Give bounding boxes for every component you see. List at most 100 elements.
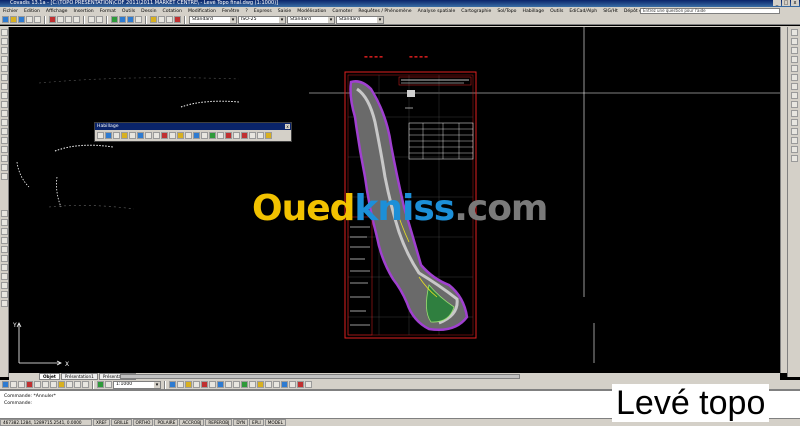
coordinate-icon[interactable] [153, 132, 160, 139]
scale-select[interactable]: 1:1000 [113, 380, 161, 389]
text-icon[interactable] [233, 132, 240, 139]
tool-m-icon[interactable] [265, 381, 272, 388]
insert-block-icon[interactable] [1, 119, 8, 126]
tool-i-icon[interactable] [233, 381, 240, 388]
tab-1[interactable]: Présentation1 [60, 373, 98, 380]
layout-icon[interactable] [177, 132, 184, 139]
midpoint-icon[interactable] [18, 381, 25, 388]
dim-arc-icon[interactable] [791, 47, 798, 54]
menu-item-22[interactable]: SIG/Ht [600, 9, 621, 14]
cut-icon[interactable] [49, 16, 56, 23]
copy-object-icon[interactable] [1, 219, 8, 226]
tool-h-icon[interactable] [225, 381, 232, 388]
tool-g-icon[interactable] [217, 381, 224, 388]
symbol-icon[interactable] [209, 132, 216, 139]
baseline-icon[interactable] [791, 101, 798, 108]
menu-item-5[interactable]: Outils [119, 9, 138, 14]
menu-item-17[interactable]: Cartographie [458, 9, 494, 14]
viewport-icon[interactable] [193, 132, 200, 139]
status-toggle-polaire[interactable]: POLAIRE [154, 419, 179, 426]
menu-item-16[interactable]: Analyse spatiale [415, 9, 459, 14]
arc-icon[interactable] [1, 74, 8, 81]
extend-icon[interactable] [1, 300, 8, 307]
zoom-realtime-icon[interactable] [119, 16, 126, 23]
dim-linear-icon[interactable] [791, 29, 798, 36]
menu-item-19[interactable]: Habillage [520, 9, 548, 14]
tool-e-icon[interactable] [201, 381, 208, 388]
dim-ordinate-icon[interactable] [791, 56, 798, 63]
tool-f-icon[interactable] [209, 381, 216, 388]
copy-icon[interactable] [57, 16, 64, 23]
open-file-icon[interactable] [10, 16, 17, 23]
tool-c-icon[interactable] [185, 381, 192, 388]
status-toggle-ortho[interactable]: ORTHO [132, 419, 154, 426]
preview-icon[interactable] [34, 16, 41, 23]
dim-diameter-icon[interactable] [791, 74, 798, 81]
options-icon[interactable] [265, 132, 272, 139]
pan-icon[interactable] [111, 16, 118, 23]
tab-0[interactable]: Objet [39, 373, 60, 380]
multileader-style-select[interactable]: Standard [336, 15, 384, 24]
hatch-icon[interactable] [1, 146, 8, 153]
mtext-icon[interactable] [1, 173, 8, 180]
tool-palettes-icon[interactable] [166, 16, 173, 23]
stamp-icon[interactable] [241, 132, 248, 139]
vertical-scrollbar[interactable] [780, 27, 787, 373]
circle-icon[interactable] [1, 83, 8, 90]
parallel-icon[interactable] [66, 381, 73, 388]
close-button[interactable]: x [791, 0, 799, 6]
redo-icon[interactable] [96, 16, 103, 23]
undo-icon[interactable] [88, 16, 95, 23]
point-icon[interactable] [1, 137, 8, 144]
properties-icon[interactable] [150, 16, 157, 23]
ellipse-icon[interactable] [1, 110, 8, 117]
minimize-button[interactable]: _ [773, 0, 781, 6]
menu-item-6[interactable]: Dessin [138, 9, 159, 14]
menu-item-18[interactable]: Sol/Topo [494, 9, 519, 14]
purge-icon[interactable] [249, 132, 256, 139]
nearest-icon[interactable] [82, 381, 89, 388]
trim-icon[interactable] [1, 291, 8, 298]
menu-item-9[interactable]: Fenêtre [219, 9, 242, 14]
center-mark-icon[interactable] [791, 137, 798, 144]
mirror-icon[interactable] [1, 228, 8, 235]
perpendicular-icon[interactable] [58, 381, 65, 388]
tool-l-icon[interactable] [257, 381, 264, 388]
tool-k-icon[interactable] [249, 381, 256, 388]
status-toggle-dyn[interactable]: DYN [233, 419, 249, 426]
dim-aligned-icon[interactable] [791, 38, 798, 45]
label-icon[interactable] [145, 132, 152, 139]
center-icon[interactable] [34, 381, 41, 388]
tolerance-icon[interactable] [791, 128, 798, 135]
tool-b-icon[interactable] [177, 381, 184, 388]
tool-q-icon[interactable] [297, 381, 304, 388]
menu-item-20[interactable]: Outils [547, 9, 566, 14]
legend-icon[interactable] [129, 132, 136, 139]
zoom-previous-icon[interactable] [135, 16, 142, 23]
section-icon[interactable] [161, 132, 168, 139]
north-arrow-icon[interactable] [105, 132, 112, 139]
table-style-select[interactable]: Standard [287, 15, 335, 24]
horizontal-scrollbar[interactable] [120, 374, 520, 379]
table-icon[interactable] [1, 164, 8, 171]
array-icon[interactable] [1, 246, 8, 253]
menu-item-4[interactable]: Format [97, 9, 119, 14]
status-toggle-reperobj[interactable]: REPEROBJ [205, 419, 233, 426]
hatch-legend-icon[interactable] [217, 132, 224, 139]
menu-item-13[interactable]: Modélisation [294, 9, 329, 14]
dim-update-icon[interactable] [791, 155, 798, 162]
tool-r-icon[interactable] [305, 381, 312, 388]
intersection-icon[interactable] [26, 381, 33, 388]
design-center-icon[interactable] [158, 16, 165, 23]
status-toggle-model[interactable]: MODEL [264, 419, 286, 426]
status-toggle-xref[interactable]: XREF [93, 419, 110, 426]
line-icon[interactable] [1, 29, 8, 36]
dim-radius-icon[interactable] [791, 65, 798, 72]
offset-icon[interactable] [1, 237, 8, 244]
tool-p-icon[interactable] [289, 381, 296, 388]
continue-icon[interactable] [791, 110, 798, 117]
spline-icon[interactable] [1, 101, 8, 108]
menu-item-0[interactable]: Fichier [0, 9, 21, 14]
scale-bar-icon[interactable] [113, 132, 120, 139]
save-icon[interactable] [18, 16, 25, 23]
